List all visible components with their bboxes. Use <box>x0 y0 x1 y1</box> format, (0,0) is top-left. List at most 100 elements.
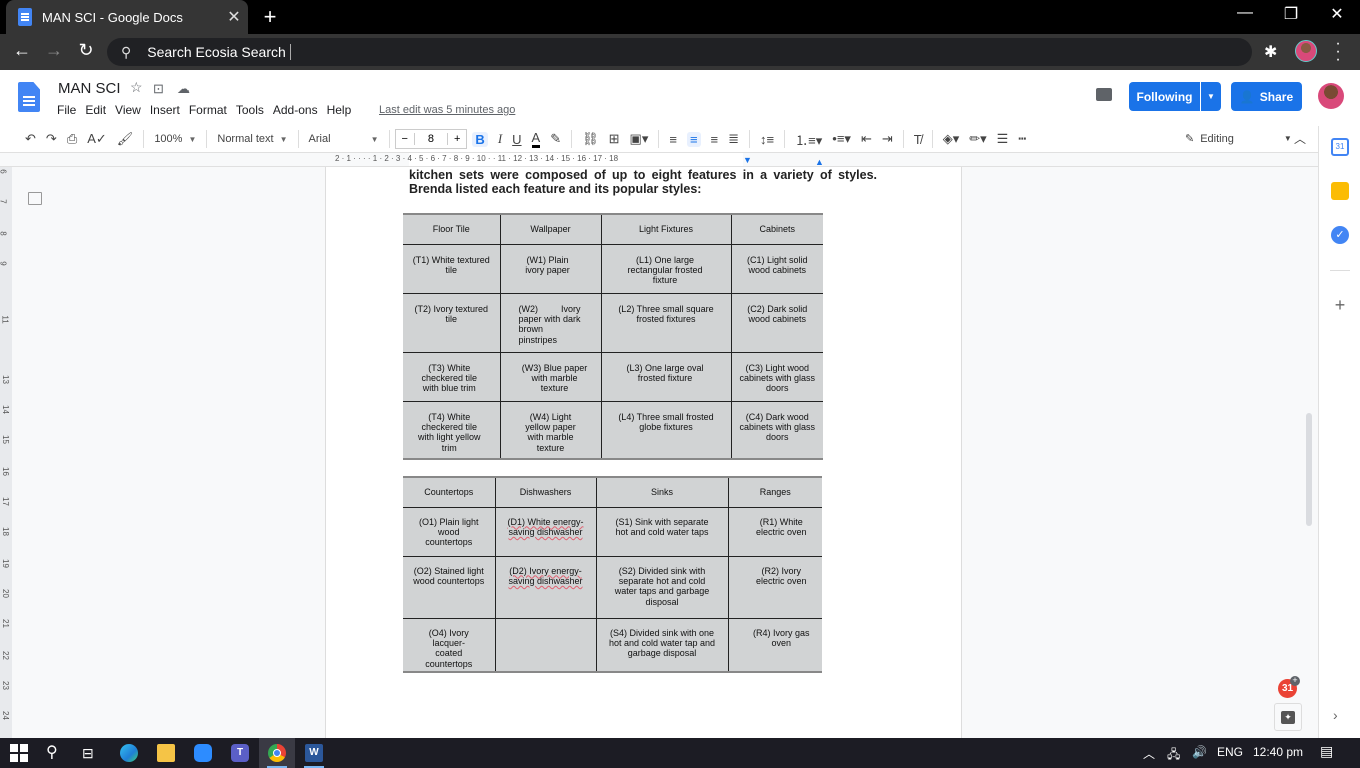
table-cell[interactable]: (T1) White textured tile <box>403 243 501 294</box>
address-input[interactable]: ⚲ Search Ecosia Search <box>107 38 1252 66</box>
align-left-icon[interactable]: ≡ <box>669 132 677 147</box>
table-cell[interactable]: (O1) Plain light wood countertops <box>403 506 496 557</box>
font-select[interactable]: Arial ▼ <box>309 133 379 145</box>
last-edit-link[interactable]: Last edit was 5 minutes ago <box>379 104 515 116</box>
spelling-flagged-text[interactable]: (D1) White energy-saving dishwasher <box>507 517 583 537</box>
language-indicator[interactable]: ENG <box>1217 745 1243 759</box>
bulleted-list-icon[interactable]: •≡▾ <box>832 131 851 147</box>
insert-link-icon[interactable]: ⛓ <box>582 131 599 147</box>
add-addon-icon[interactable]: + <box>1331 296 1349 314</box>
reload-icon[interactable]: ↻ <box>72 40 100 61</box>
body-paragraph[interactable]: kitchen sets were composed of up to eigh… <box>409 168 877 196</box>
browser-menu-icon[interactable]: · · · <box>1330 36 1346 68</box>
minimize-button[interactable]: — <box>1222 4 1268 22</box>
header-cell[interactable]: Floor Tile <box>403 213 501 245</box>
comment-history-icon[interactable] <box>1096 88 1112 101</box>
new-tab-button[interactable]: + <box>258 4 282 30</box>
spelling-flagged-text[interactable]: (D2) Ivory energy-saving dishwasher <box>508 566 582 586</box>
forward-icon[interactable]: → <box>40 40 68 61</box>
edge-icon[interactable] <box>120 744 138 762</box>
bold-button[interactable]: B <box>472 131 488 147</box>
docs-logo-icon[interactable] <box>18 82 40 112</box>
following-dropdown-icon[interactable]: ▼ <box>1201 82 1221 111</box>
vertical-ruler[interactable]: 6 7 8 9 11 13 14 15 16 17 18 19 20 21 22… <box>0 167 12 738</box>
align-center-icon[interactable]: ≡ <box>686 131 701 147</box>
action-center-icon[interactable]: ▤ <box>1320 743 1333 760</box>
table-cell[interactable]: (W2) Ivory paper with dark brown pinstri… <box>499 292 602 353</box>
header-cell[interactable]: Light Fixtures <box>600 213 732 245</box>
vertical-scrollbar[interactable] <box>1306 413 1312 526</box>
border-dash-icon[interactable]: ┅ <box>1018 131 1026 147</box>
account-avatar[interactable] <box>1318 83 1344 109</box>
move-to-folder-icon[interactable]: ⊡ <box>153 81 164 97</box>
table-cell[interactable]: (D1) White energy-saving dishwasher <box>494 506 597 557</box>
table-cell[interactable]: (W4) Light yellow paper with marble text… <box>499 400 602 460</box>
table-cell[interactable]: (C3) Light wood cabinets with glass door… <box>730 351 823 402</box>
numbered-list-icon[interactable]: ⒈≡▾ <box>795 130 822 149</box>
menu-addons[interactable]: Add-ons <box>273 103 318 117</box>
show-side-panel-icon[interactable]: › <box>1333 707 1338 723</box>
teams-icon[interactable]: T <box>231 744 249 762</box>
table-cell[interactable]: (S2) Divided sink with separate hot and … <box>595 555 729 619</box>
table-cell[interactable] <box>494 617 597 673</box>
explore-button[interactable]: ✦ <box>1274 703 1302 731</box>
table-cell[interactable]: (T4) White checkered tile with light yel… <box>403 400 501 460</box>
header-cell[interactable]: Sinks <box>595 476 729 508</box>
cell-fill-color-icon[interactable]: ◈▾ <box>943 131 960 147</box>
file-explorer-icon[interactable] <box>157 744 175 762</box>
share-button[interactable]: 👤 Share <box>1231 82 1302 111</box>
table-cell[interactable]: (T2) Ivory textured tile <box>403 292 501 353</box>
close-window-button[interactable]: ✕ <box>1314 4 1360 24</box>
table-cell[interactable]: (L1) One large rectangular frosted fixtu… <box>600 243 732 294</box>
document-page[interactable]: kitchen sets were composed of up to eigh… <box>325 167 962 738</box>
task-view-icon[interactable]: ⊟ <box>82 744 100 762</box>
cloud-saved-icon[interactable]: ☁ <box>177 81 190 97</box>
following-label[interactable]: Following <box>1129 82 1201 111</box>
table-cell[interactable]: (O2) Stained light wood countertops <box>403 555 496 619</box>
table-cell[interactable]: (D2) Ivory energy-saving dishwasher <box>494 555 597 619</box>
right-indent-marker-icon[interactable]: ▲ <box>815 157 824 167</box>
document-title[interactable]: MAN SCI <box>58 80 121 97</box>
text-color-button[interactable]: A <box>531 130 541 148</box>
kitchen-features-table-2[interactable]: Countertops Dishwashers Sinks Ranges (O1… <box>403 476 822 674</box>
document-outline-icon[interactable] <box>28 192 42 205</box>
table-cell[interactable]: (O4) Ivory lacquer- coated countertops <box>403 617 496 673</box>
indent-marker-icon[interactable]: ▼ <box>743 155 752 165</box>
table-cell[interactable]: (S1) Sink with separate hot and cold wat… <box>595 506 729 557</box>
menu-edit[interactable]: Edit <box>85 103 106 117</box>
close-tab-icon[interactable]: ✕ <box>220 7 248 27</box>
show-hidden-icons[interactable]: ︿ <box>1143 745 1155 762</box>
font-size-input[interactable]: 8 <box>413 133 448 145</box>
table-cell[interactable]: (R1) White electric oven <box>727 506 822 557</box>
spellcheck-icon[interactable]: A✓ <box>87 131 107 147</box>
kitchen-features-table-1[interactable]: Floor Tile Wallpaper Light Fixtures Cabi… <box>403 213 823 460</box>
network-icon[interactable]: 🖧 <box>1167 745 1180 766</box>
header-cell[interactable]: Countertops <box>403 476 496 508</box>
table-cell[interactable]: (R4) Ivory gas oven <box>727 617 822 673</box>
horizontal-ruler[interactable]: 2 · 1 · · · · 1 · 2 · 3 · 4 · 5 · 6 · 7 … <box>0 153 1318 167</box>
table-cell[interactable]: (S4) Divided sink with one hot and cold … <box>595 617 729 673</box>
search-icon[interactable]: ⚲ <box>46 744 64 762</box>
decrease-font-size-button[interactable]: − <box>396 133 414 145</box>
highlight-color-icon[interactable]: ✎ <box>550 131 561 147</box>
table-cell[interactable]: (L3) One large oval frosted fixture <box>600 351 732 402</box>
increase-font-size-button[interactable]: + <box>448 133 466 145</box>
line-spacing-icon[interactable]: ↕≡ <box>760 132 774 147</box>
calendar-icon[interactable]: 31 <box>1331 138 1349 156</box>
header-cell[interactable]: Ranges <box>727 476 822 508</box>
align-right-icon[interactable]: ≡ <box>711 132 719 147</box>
chrome-icon[interactable] <box>268 744 286 762</box>
border-color-icon[interactable]: ✏▾ <box>969 131 986 147</box>
increase-indent-icon[interactable]: ⇥ <box>882 131 893 147</box>
menu-help[interactable]: Help <box>327 103 352 117</box>
table-cell[interactable]: (C4) Dark wood cabinets with glass doors <box>730 400 823 460</box>
tasks-icon[interactable]: ✓ <box>1331 226 1349 244</box>
border-width-icon[interactable]: ☰ <box>997 131 1009 147</box>
style-select[interactable]: Normal text ▼ <box>217 133 287 145</box>
font-size-stepper[interactable]: − 8 + <box>394 129 468 149</box>
star-icon[interactable]: ☆ <box>130 79 143 96</box>
following-button[interactable]: Following ▼ <box>1129 82 1221 111</box>
table-cell[interactable]: (L2) Three small square frosted fixtures <box>600 292 732 353</box>
insert-image-icon[interactable]: ▣▾ <box>630 131 649 147</box>
clock[interactable]: 12:40 pm <box>1253 745 1303 759</box>
